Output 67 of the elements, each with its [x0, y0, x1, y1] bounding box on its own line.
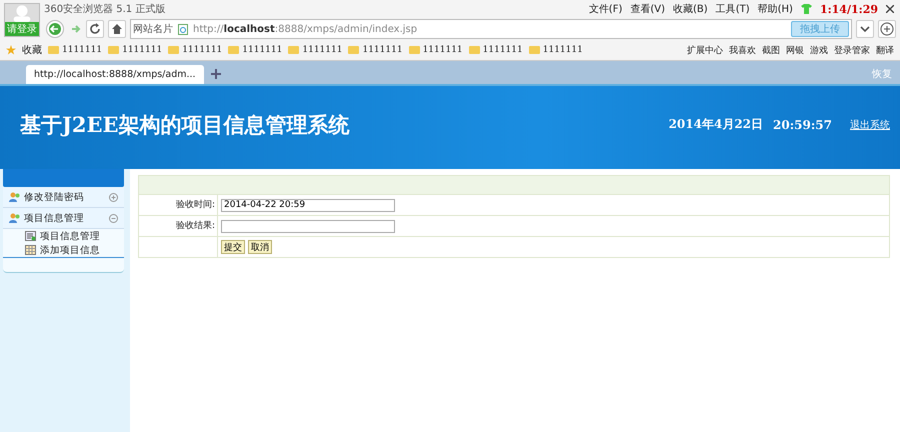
folder-icon [168, 46, 180, 54]
toolbar-item[interactable]: 扩展中心 [687, 44, 723, 56]
form-button[interactable]: 提交 [221, 240, 245, 254]
sidebar-item[interactable]: 项目信息管理 [3, 208, 124, 229]
recording-time: 1:14/1:29 [820, 2, 878, 16]
star-icon[interactable] [6, 45, 16, 55]
toolbar-item[interactable]: 翻译 [876, 44, 894, 56]
folder-icon [288, 46, 300, 54]
browser-tab[interactable]: http://localhost:8888/xmps/adm... [26, 65, 204, 84]
url-text: http://localhost:8888/xmps/admin/index.jsp [193, 24, 418, 34]
folder-icon [48, 46, 59, 54]
header-date: 2014年4月22日 [668, 116, 764, 133]
add-icon[interactable] [878, 20, 896, 38]
window-title: 360安全浏览器 5.1 正式版 [44, 2, 166, 16]
field-label: 验收结果: [139, 216, 218, 236]
toolbar-item[interactable]: 截图 [762, 44, 780, 56]
site-card-button[interactable]: 网站名片 [133, 22, 173, 36]
folder-icon [228, 46, 240, 54]
bookmark-item[interactable]: 1111111 [288, 45, 342, 55]
bookmark-item[interactable]: 1111111 [228, 45, 282, 55]
bookmark-item[interactable]: 1111111 [168, 45, 222, 55]
caret-icon[interactable] [856, 20, 874, 38]
home-icon[interactable] [108, 20, 126, 38]
header-time: 20:59:57 [773, 118, 832, 132]
menu-item[interactable]: 工具(T) [716, 2, 750, 16]
bookmark-item[interactable]: 1111111 [408, 45, 463, 55]
input-field[interactable] [221, 220, 395, 232]
form-button[interactable]: 取消 [248, 240, 272, 254]
menu-item[interactable]: 帮助(H) [758, 2, 793, 16]
users-icon [9, 213, 21, 223]
forward-icon[interactable] [70, 23, 82, 35]
menu-item[interactable]: 文件(F) [588, 2, 622, 16]
bookmark-item[interactable]: 1111111 [108, 45, 162, 55]
system-title: 基于J2EE架构的项目信息管理系统 [20, 110, 350, 138]
folder-icon [108, 46, 120, 54]
toolbar-item[interactable]: 我喜欢 [729, 44, 756, 56]
toolbar-item[interactable]: 网银 [786, 44, 804, 56]
expand-icon[interactable] [109, 192, 118, 202]
back-button[interactable] [44, 20, 66, 38]
toolbar-item[interactable]: 游戏 [810, 44, 828, 56]
toolbar-item[interactable]: 登录管家 [834, 44, 870, 56]
close-icon[interactable] [886, 5, 894, 13]
bookmark-item[interactable]: 1111111 [468, 45, 523, 55]
folder-icon [408, 46, 420, 54]
shirt-icon[interactable] [800, 4, 812, 14]
refresh-icon[interactable] [86, 20, 104, 38]
favorites-button[interactable]: 收藏 [22, 43, 42, 57]
sidebar-subitem[interactable]: 添加项目信息 [3, 243, 124, 257]
sidebar-item[interactable]: 修改登陆密码 [3, 187, 124, 208]
folder-icon [528, 46, 540, 54]
table-icon [25, 245, 36, 255]
users-icon [9, 192, 21, 202]
menu-item[interactable]: 查看(V) [630, 2, 666, 16]
list-icon [25, 231, 36, 241]
collapse-icon[interactable] [109, 214, 118, 222]
bookmark-item[interactable]: 1111111 [48, 45, 102, 55]
folder-icon [348, 46, 360, 54]
logout-link[interactable]: 退出系统 [850, 118, 890, 132]
new-tab-icon[interactable] [210, 68, 222, 80]
menu-item[interactable]: 收藏(B) [673, 2, 708, 16]
field-label: 验收时间: [139, 195, 218, 215]
input-field[interactable]: 2014-04-22 20:59 [221, 198, 395, 212]
folder-icon [468, 46, 480, 54]
bookmark-item[interactable]: 1111111 [348, 45, 403, 55]
bookmark-item[interactable]: 1111111 [528, 45, 583, 55]
sidebar-subitem[interactable]: 项目信息管理 [3, 229, 124, 243]
address-bar[interactable]: 网站名片 http://localhost:8888/xmps/admin/index.jsp 拖拽上传 [130, 19, 852, 39]
